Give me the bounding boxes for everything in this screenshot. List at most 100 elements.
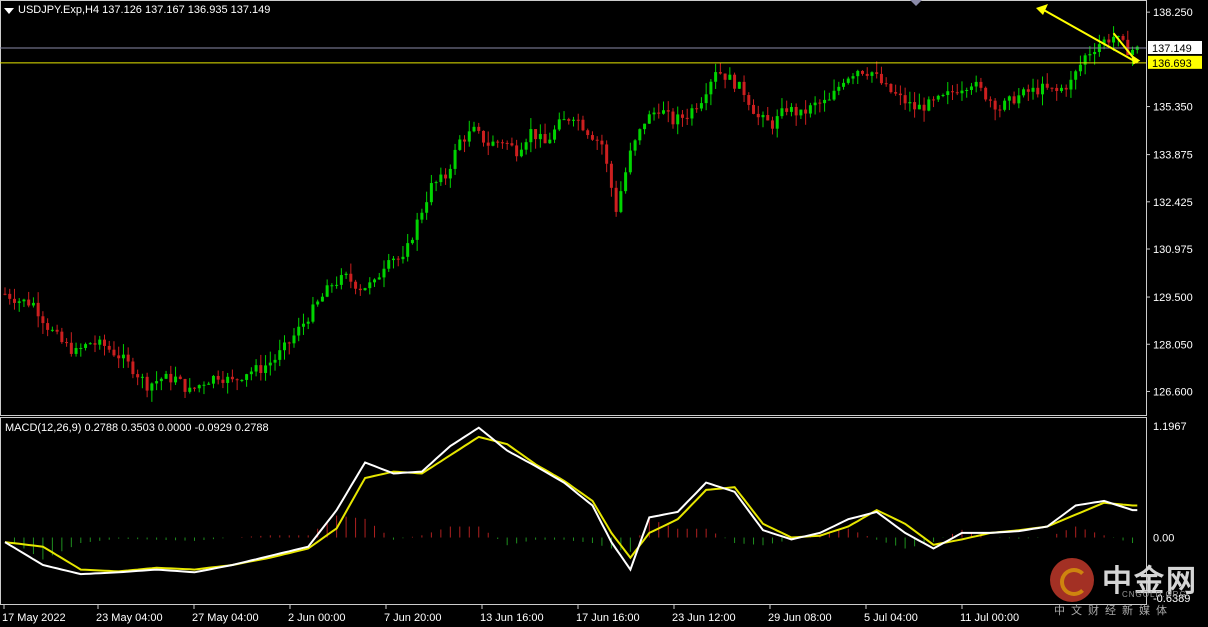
candle-body (325, 285, 329, 297)
candle-body (946, 91, 950, 96)
candle-body (491, 141, 495, 146)
candle-body (249, 371, 253, 375)
candle-body (860, 70, 864, 74)
candle-body (283, 342, 287, 351)
candle-body (193, 387, 196, 389)
candle-body (979, 81, 983, 88)
candle-body (652, 112, 656, 115)
candle-body (770, 120, 774, 129)
time-tick-label: 13 Jun 16:00 (480, 612, 544, 624)
candle-body (846, 78, 850, 83)
candle-body (41, 316, 45, 324)
candle-body (1050, 87, 1054, 89)
candle-body (373, 279, 377, 283)
time-tick-label: 23 Jun 12:00 (672, 612, 736, 624)
price-tick-label: 130.975 (1153, 244, 1193, 256)
candle-body (12, 298, 16, 303)
candle-body (112, 349, 116, 356)
candle-body (1093, 51, 1097, 55)
candle-body (93, 343, 97, 345)
candle-body (728, 74, 732, 80)
candle-body (510, 143, 514, 146)
candle-body (415, 219, 419, 240)
candle-body (235, 379, 239, 381)
candle-body (567, 119, 571, 121)
chart-canvas[interactable]: 137.149 136.693 138.250 135.350 133.875 132.… (0, 0, 1208, 627)
price-tick-label: 132.425 (1153, 197, 1193, 209)
candle-body (1074, 71, 1078, 80)
candle-body (463, 139, 467, 142)
candle-body (572, 119, 575, 121)
candle-body (927, 99, 931, 111)
candle-body (1036, 87, 1040, 95)
candle-body (898, 93, 902, 96)
current-price-label: 137.149 (1152, 43, 1192, 55)
candle-body (955, 92, 959, 94)
candle-body (69, 342, 73, 354)
candle-body (548, 139, 552, 144)
candle-body (131, 361, 135, 375)
candle-body (221, 379, 225, 383)
chart-menu-icon[interactable] (4, 8, 14, 14)
candle-body (761, 115, 765, 118)
candle-body (65, 342, 69, 344)
candle-body (917, 104, 921, 110)
price-tick-label: 126.600 (1153, 386, 1193, 398)
candle-body (453, 149, 457, 169)
candle-body (27, 299, 31, 306)
candle-body (609, 163, 613, 188)
price-tick-label: 129.500 (1153, 292, 1193, 304)
candle-body (851, 76, 855, 79)
candle-body (562, 119, 566, 121)
candle-body (780, 108, 784, 117)
cngold-logo-icon (1050, 558, 1094, 602)
candle-body (444, 174, 448, 179)
candle-body (775, 116, 779, 129)
shift-marker-icon (910, 0, 922, 6)
candle-body (657, 112, 661, 114)
macd-tick-label: 1.1967 (1153, 421, 1187, 433)
candle-body (974, 81, 978, 87)
candle-body (643, 123, 647, 130)
time-tick-label: 27 May 04:00 (192, 612, 259, 624)
candle-body (477, 126, 481, 131)
candle-body (870, 72, 874, 76)
candle-body (197, 385, 201, 389)
time-tick-label: 7 Jun 20:00 (384, 612, 442, 624)
candle-body (425, 202, 429, 213)
candle-body (301, 323, 305, 327)
candle-body (1121, 35, 1125, 40)
candle-body (737, 81, 741, 89)
candle-body (1059, 87, 1063, 92)
macd-tick-label: 0.00 (1153, 533, 1174, 545)
candle-body (188, 387, 192, 392)
candle-body (169, 373, 173, 383)
candle-body (969, 86, 973, 90)
candle-body (434, 182, 438, 184)
candle-body (832, 90, 836, 100)
candle-body (600, 140, 604, 145)
candle-body (297, 326, 301, 336)
price-candles (3, 26, 1139, 402)
candle-body (481, 130, 485, 143)
candle-body (894, 92, 898, 94)
chart-frame (0, 0, 1147, 605)
candle-body (448, 168, 452, 179)
candle-body (36, 302, 40, 317)
candle-body (704, 94, 708, 104)
candle-body (320, 296, 324, 302)
candle-body (150, 383, 154, 391)
watermark-en: CNGOLD.ORG (1122, 590, 1187, 599)
candle-body (988, 99, 992, 101)
candle-body (889, 83, 893, 93)
candle-body (903, 95, 907, 104)
candle-body (785, 108, 789, 112)
candle-body (107, 345, 111, 350)
candle-body (752, 104, 756, 114)
macd-main-line (4, 426, 1138, 576)
candle-body (140, 376, 144, 378)
candle-body (519, 149, 523, 157)
candle-body (22, 299, 26, 302)
candle-body (941, 95, 945, 97)
price-tick-label: 138.250 (1153, 7, 1193, 19)
